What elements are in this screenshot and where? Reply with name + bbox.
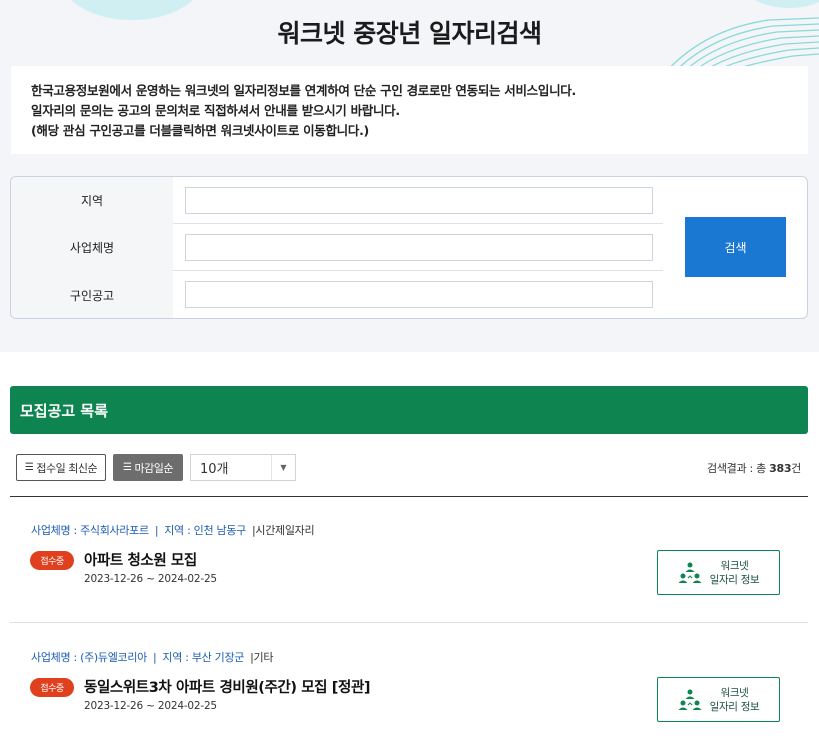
people-icon xyxy=(678,562,702,583)
sort-latest-button[interactable]: ☰ 접수일 최신순 xyxy=(16,454,106,481)
sort-deadline-label: 마감일순 xyxy=(134,461,173,475)
company-row: 사업체명 xyxy=(11,224,663,271)
worknet-button-label: 워크넷 일자리 정보 xyxy=(709,686,760,713)
count-select-value: 10개 xyxy=(200,462,229,477)
list-icon: ☰ xyxy=(123,462,132,473)
result-number: 383 xyxy=(769,462,792,475)
worknet-info-button[interactable]: 워크넷 일자리 정보 xyxy=(657,550,780,595)
page-title: 워크넷 중장년 일자리검색 xyxy=(277,19,542,48)
status-badge: 접수중 xyxy=(30,678,74,697)
list-header: 모집공고 목록 xyxy=(10,386,808,434)
count-select[interactable]: 10개 ▼ xyxy=(190,454,296,481)
item-date: 2023-12-26 ~ 2024-02-25 xyxy=(84,700,217,712)
worknet-button-label: 워크넷 일자리 정보 xyxy=(709,559,760,586)
region-label: 지역 xyxy=(11,177,173,224)
posting-row: 구인공고 xyxy=(11,271,663,318)
item-title[interactable]: 아파트 청소원 모집 xyxy=(84,549,197,570)
result-count: 검색결과 : 총 383건 xyxy=(707,460,801,476)
item-meta: 사업체명 : (주)듀엘코리아 | 지역 : 부산 기장군 |기타 xyxy=(31,649,273,665)
region-row: 지역 xyxy=(11,177,663,224)
notice-line: (해당 관심 구인공고를 더블클릭하면 워크넷사이트로 이동합니다.) xyxy=(31,123,369,138)
result-prefix: 검색결과 : 총 xyxy=(707,462,770,475)
top-section: 워크넷 중장년 일자리검색 한국고용정보원에서 운영하는 워크넷의 일자리정보를… xyxy=(0,0,819,352)
search-form: 지역 사업체명 구인공고 검색 xyxy=(10,176,808,319)
posting-input[interactable] xyxy=(185,281,653,308)
item-region: 지역 : 인천 남동구 xyxy=(164,524,246,537)
sort-latest-label: 접수일 최신순 xyxy=(36,461,98,475)
notice-line: 한국고용정보원에서 운영하는 워크넷의 일자리정보를 연계하여 단순 구인 경로… xyxy=(31,83,576,98)
item-company: 사업체명 : (주)듀엘코리아 xyxy=(31,651,147,664)
status-badge: 접수중 xyxy=(30,551,74,570)
notice-line: 일자리의 문의는 공고의 문의처로 직접하셔서 안내를 받으시기 바랍니다. xyxy=(31,103,400,118)
item-title[interactable]: 동일스위트3차 아파트 경비원(주간) 모집 [정관] xyxy=(84,676,371,697)
result-suffix: 건 xyxy=(791,462,801,475)
item-region: 지역 : 부산 기장군 xyxy=(162,651,245,664)
list-icon: ☰ xyxy=(24,462,34,473)
list-item[interactable]: 사업체명 : (주)듀엘코리아 | 지역 : 부산 기장군 |기타 접수중 동일스위트… xyxy=(10,624,808,747)
meta-divider: | xyxy=(154,524,159,537)
item-meta: 사업체명 : 주식회사라포르 | 지역 : 인천 남동구 |시간제일자리 xyxy=(31,522,315,538)
notice-box: 한국고용정보원에서 운영하는 워크넷의 일자리정보를 연계하여 단순 구인 경로… xyxy=(11,66,808,154)
item-company: 사업체명 : 주식회사라포르 xyxy=(31,524,149,537)
company-input[interactable] xyxy=(185,234,653,261)
company-label: 사업체명 xyxy=(11,224,173,271)
chevron-down-icon: ▼ xyxy=(271,455,295,480)
posting-label: 구인공고 xyxy=(11,271,173,318)
meta-divider: | xyxy=(152,651,157,664)
region-input[interactable] xyxy=(185,187,653,214)
item-kind: |시간제일자리 xyxy=(251,524,315,537)
list-item[interactable]: 사업체명 : 주식회사라포르 | 지역 : 인천 남동구 |시간제일자리 접수중 아파… xyxy=(10,497,808,623)
item-date: 2023-12-26 ~ 2024-02-25 xyxy=(84,573,217,585)
people-icon xyxy=(678,689,702,710)
search-button[interactable]: 검색 xyxy=(685,217,786,277)
worknet-info-button[interactable]: 워크넷 일자리 정보 xyxy=(657,677,780,722)
item-kind: |기타 xyxy=(250,651,274,664)
sort-deadline-button[interactable]: ☰ 마감일순 xyxy=(113,454,183,481)
